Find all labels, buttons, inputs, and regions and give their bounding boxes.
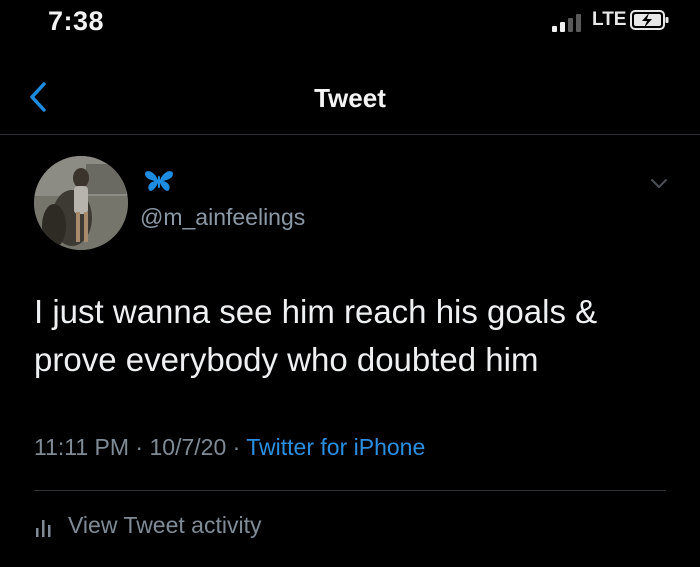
bar-chart-icon <box>36 520 51 537</box>
butterfly-icon <box>145 171 173 191</box>
avatar[interactable] <box>34 156 128 250</box>
meta-separator: · <box>226 434 247 460</box>
network-type: LTE <box>592 9 627 30</box>
tweet-text: I just wanna see him reach his goals & p… <box>34 293 598 378</box>
tweet-metadata: 11:11 PM · 10/7/20 · Twitter for iPhone <box>34 434 425 461</box>
page-title: Tweet <box>314 83 386 113</box>
tweet-source-link[interactable]: Twitter for iPhone <box>246 434 425 460</box>
status-bar: 7:38 LTE <box>0 0 700 40</box>
tweet-time: 11:11 PM <box>34 434 130 460</box>
view-tweet-activity-label: View Tweet activity <box>68 512 262 538</box>
avatar-photo <box>34 156 128 250</box>
status-time: 7:38 <box>48 6 105 36</box>
user-handle[interactable]: @m_ainfeelings <box>140 204 305 231</box>
signal-strength-icon <box>552 14 581 32</box>
battery-charging-icon <box>630 10 669 30</box>
chevron-down-icon[interactable] <box>650 178 668 190</box>
nav-bar: Tweet <box>0 60 700 135</box>
meta-separator: · <box>129 434 150 460</box>
tweet-date: 10/7/20 <box>149 434 227 460</box>
divider <box>34 490 666 491</box>
